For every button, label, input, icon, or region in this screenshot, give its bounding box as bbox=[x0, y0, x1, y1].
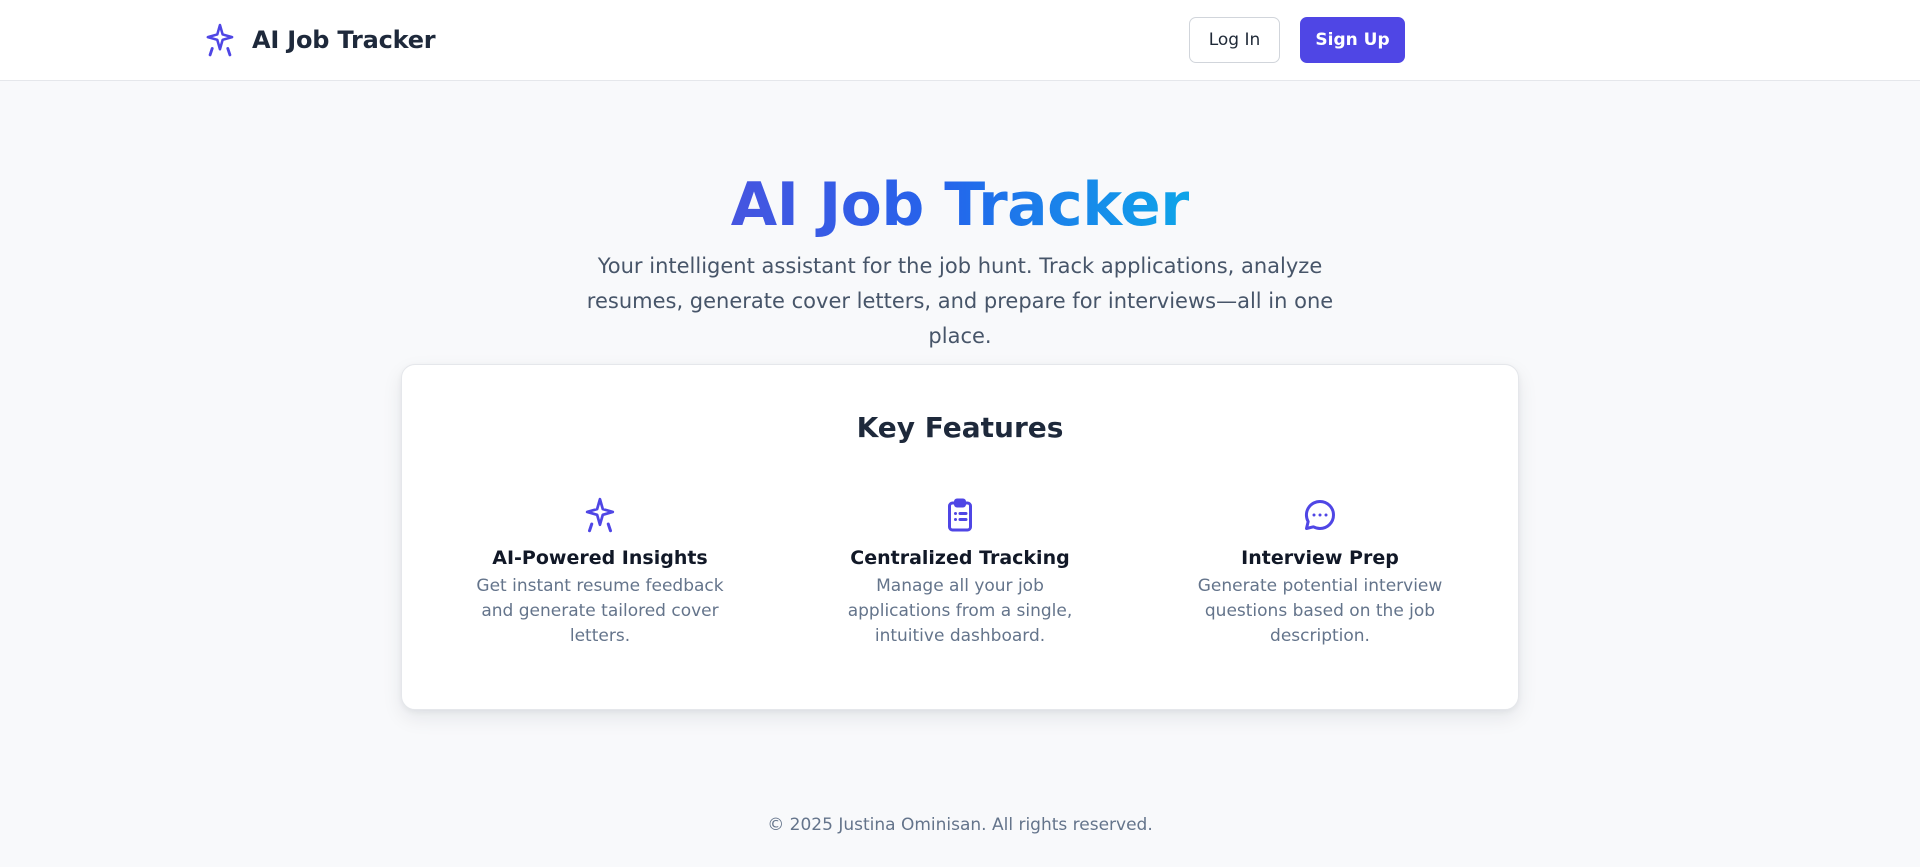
feature-description: Generate potential interview questions b… bbox=[1197, 576, 1443, 646]
nav-actions: Log In Sign Up bbox=[1189, 17, 1405, 63]
login-button[interactable]: Log In bbox=[1189, 17, 1280, 63]
feature-interview-prep: Interview Prep Generate potential interv… bbox=[1170, 497, 1470, 649]
clipboard-list-icon bbox=[948, 498, 972, 532]
hero-title: AI Job Tracker bbox=[730, 170, 1190, 240]
footer-copyright: © 2025 Justina Ominisan. All rights rese… bbox=[767, 815, 1153, 835]
signup-button[interactable]: Sign Up bbox=[1300, 17, 1405, 63]
feature-title: Centralized Tracking bbox=[850, 547, 1070, 569]
feature-description: Manage all your job applications from a … bbox=[847, 576, 1073, 646]
feature-description: Get instant resume feedback and generate… bbox=[476, 576, 724, 646]
hero-subtitle: Your intelligent assistant for the job h… bbox=[586, 254, 1334, 348]
feature-centralized-tracking: Centralized Tracking Manage all your job… bbox=[810, 497, 1110, 649]
feature-title: Interview Prep bbox=[1241, 547, 1399, 569]
sparkles-icon bbox=[206, 23, 234, 57]
key-features-card: Key Features AI-Powered Insights Get ins… bbox=[401, 364, 1519, 710]
key-features-heading: Key Features bbox=[856, 411, 1064, 444]
feature-ai-insights: AI-Powered Insights Get instant resume f… bbox=[450, 497, 750, 649]
brand-name: AI Job Tracker bbox=[252, 26, 436, 54]
chat-bubble-icon bbox=[1304, 499, 1335, 530]
features-list: AI-Powered Insights Get instant resume f… bbox=[402, 497, 1518, 649]
hero-section: AI Job Tracker Your intelligent assistan… bbox=[0, 81, 1920, 354]
feature-title: AI-Powered Insights bbox=[492, 547, 708, 569]
sparkles-icon bbox=[585, 497, 615, 533]
brand[interactable]: AI Job Tracker bbox=[203, 23, 436, 57]
top-navbar: AI Job Tracker Log In Sign Up bbox=[0, 0, 1920, 81]
